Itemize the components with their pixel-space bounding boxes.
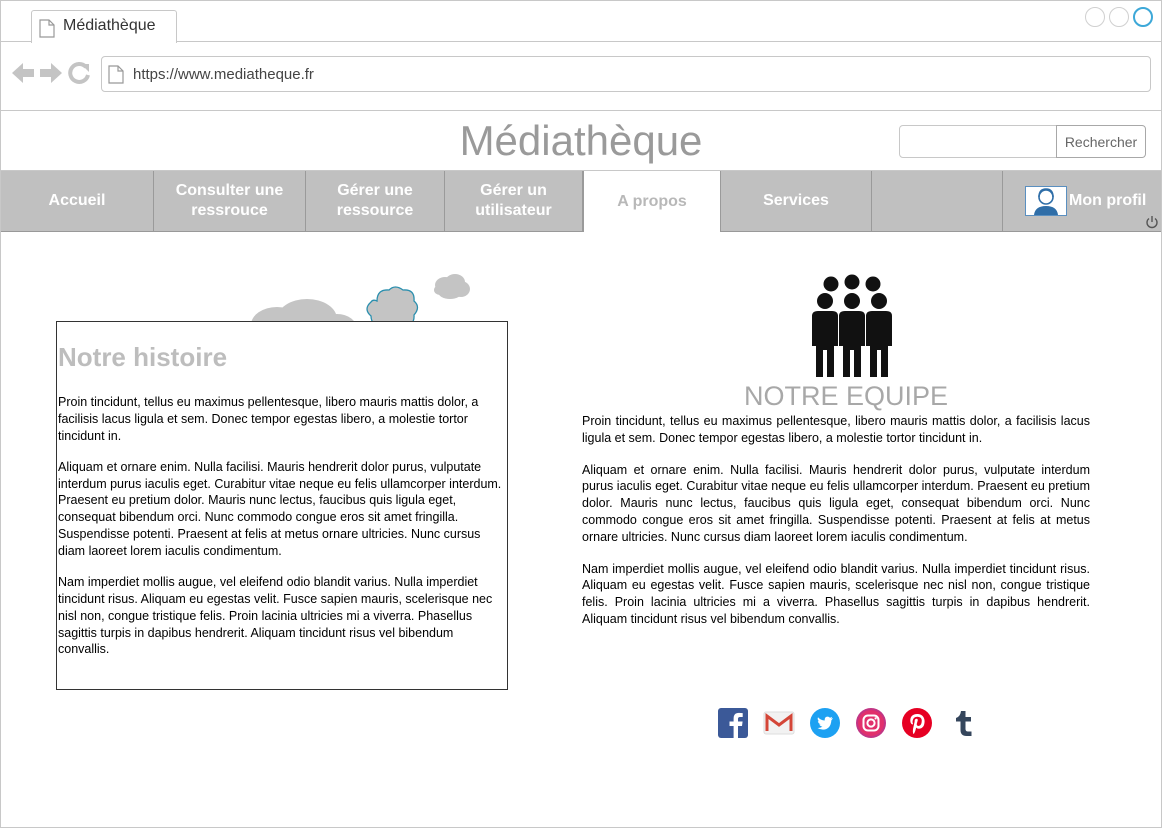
cloud-small-decoration [434,274,470,299]
forward-arrow-icon[interactable] [39,62,63,84]
twitter-icon[interactable] [809,707,841,739]
browser-nav-controls [11,61,91,85]
browser-window: Médiathèque https://www.mediatheque.fr M… [0,0,1162,828]
close-button[interactable] [1133,7,1153,27]
team-group-icon [812,274,892,377]
document-icon [39,19,55,38]
instagram-icon[interactable] [855,707,887,739]
page-icon [108,65,124,84]
history-paragraph: Aliquam et ornare enim. Nulla facilisi. … [58,459,502,558]
tumblr-icon[interactable] [947,707,979,739]
nav-item-gerer-utilisateur[interactable]: Gérer un utilisateur [445,171,583,231]
address-bar: https://www.mediatheque.fr [1,42,1161,111]
history-card: Notre histoire Proin tincidunt, tellus e… [56,321,508,690]
main-nav: Accueil Consulter une ressrouce Gérer un… [1,171,1161,232]
tab-bar: Médiathèque [1,1,1161,43]
pinterest-icon[interactable] [901,707,933,739]
history-body: Proin tincidunt, tellus eu maximus pelle… [58,394,504,673]
back-arrow-icon[interactable] [11,62,35,84]
power-icon[interactable] [1145,215,1159,229]
maximize-button[interactable] [1109,7,1129,27]
site-header: Médiathèque Rechercher [1,111,1161,171]
minimize-button[interactable] [1085,7,1105,27]
gmail-icon[interactable] [763,707,795,739]
history-paragraph: Proin tincidunt, tellus eu maximus pelle… [58,395,479,443]
team-paragraph: Proin tincidunt, tellus eu maximus pelle… [582,414,1090,445]
team-paragraph: Aliquam et ornare enim. Nulla facilisi. … [582,462,1090,544]
search-input[interactable] [899,125,1059,158]
nav-item-consulter[interactable]: Consulter une ressrouce [154,171,306,231]
tab-title: Médiathèque [63,17,156,34]
url-text: https://www.mediatheque.fr [133,66,314,83]
nav-item-profile[interactable]: Mon profil [1003,171,1161,231]
nav-item-gerer-ressource[interactable]: Gérer une ressource [306,171,445,231]
team-title: NOTRE EQUIPE [743,381,949,411]
window-controls [1085,7,1153,27]
team-body: Proin tincidunt, tellus eu maximus pelle… [582,413,1090,643]
reload-icon[interactable] [67,61,91,85]
search-button[interactable]: Rechercher [1056,125,1146,158]
nav-item-accueil[interactable]: Accueil [1,171,154,231]
history-paragraph: Nam imperdiet mollis augue, vel eleifend… [58,575,493,657]
nav-item-a-propos[interactable]: A propos [583,171,721,232]
browser-tab[interactable]: Médiathèque [31,10,177,43]
history-title: Notre histoire [58,342,228,372]
nav-item-empty[interactable] [872,171,1003,231]
user-avatar-icon [1034,188,1058,215]
facebook-icon[interactable] [717,707,749,739]
nav-item-services[interactable]: Services [721,171,872,231]
avatar [1025,186,1067,216]
team-paragraph: Nam imperdiet mollis augue, vel eleifend… [582,561,1090,626]
social-links [717,707,979,739]
url-field[interactable]: https://www.mediatheque.fr [101,56,1151,92]
profile-label: Mon profil [1069,192,1147,209]
